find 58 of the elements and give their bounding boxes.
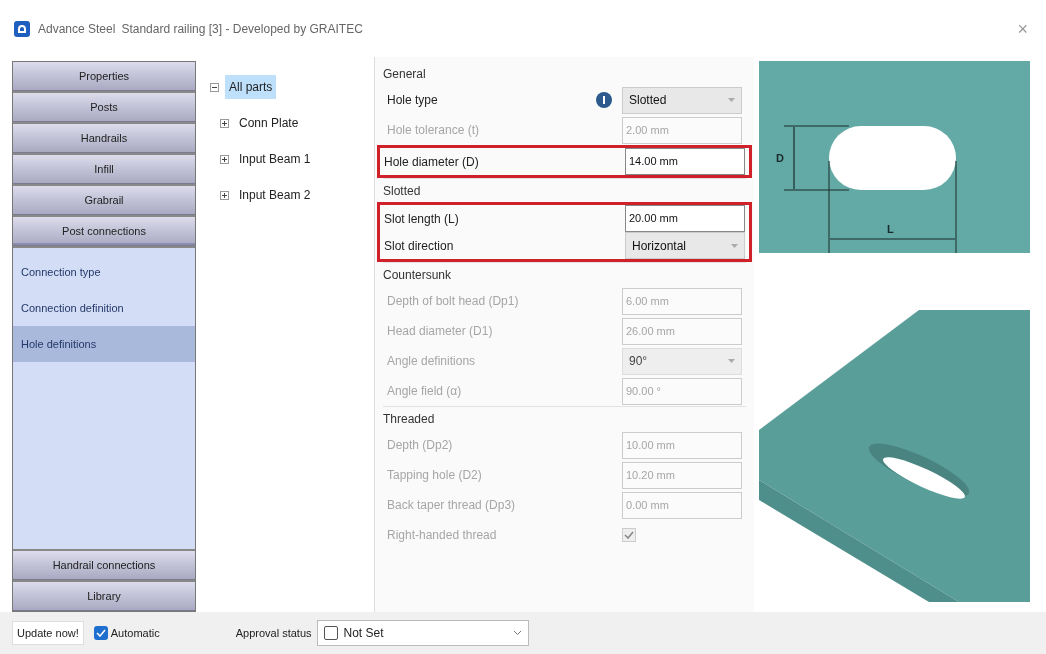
field-label: Back taper thread (Dp3) [387,497,517,514]
section-tab[interactable]: Properties [13,62,195,91]
section-tab[interactable]: Handrails [13,124,195,153]
chevron-down-icon [512,630,522,636]
section-tab[interactable]: Infill [13,155,195,184]
section-tab[interactable]: Post connections [13,217,195,246]
window-title: Advance Steel [38,20,116,38]
caret-icon [728,359,735,363]
window-title: Standard railing [3] - Developed by GRAITEC [121,20,363,38]
approval-status-dropdown[interactable]: Not Set [316,620,529,646]
section-tab[interactable]: Library [13,582,195,611]
field-label: Tapping hole (D2) [387,467,483,484]
length-label: L [887,223,894,235]
checkbox[interactable] [93,626,108,640]
expand-icon[interactable] [220,118,229,128]
tree-item[interactable]: Input Beam 2 [235,183,315,207]
diameter-label: D [776,152,784,164]
field-label: Angle definitions [387,353,477,370]
field-label: Right-handed thread [387,527,498,544]
checkmark-icon [95,629,106,637]
checkmark-icon [624,531,634,539]
field-label: Slot length (L) [384,210,460,228]
dropdown[interactable]: Slotted [622,86,742,114]
field-label: Hole type [387,92,439,109]
tree-item[interactable]: All parts [225,75,277,99]
field-label: Hole diameter (D) [384,153,480,171]
field-label: Angle field (α) [387,383,463,400]
section-title: Countersunk [383,267,452,284]
nav-item[interactable]: Connection type [13,254,195,290]
nav-item[interactable]: Connection definition [13,290,195,326]
input-field[interactable]: 20.00 mm [625,205,745,232]
expand-icon[interactable] [220,190,229,200]
update-button[interactable]: Update now! [12,621,84,645]
tree-item[interactable]: Conn Plate [235,111,303,135]
section-title: Threaded [383,411,435,428]
dropdown[interactable]: Horizontal [625,232,745,259]
field-label: Head diameter (D1) [387,323,494,340]
nav-item[interactable]: Hole definitions [13,326,195,362]
section-tab[interactable]: Handrail connections [13,551,195,580]
caret-icon [731,243,738,248]
collapse-icon[interactable] [210,82,219,92]
section-title: Slotted [383,183,421,200]
input-field[interactable]: 14.00 mm [625,148,745,175]
checkbox-label: Automatic [110,625,160,641]
section-title: General [383,66,426,83]
approval-status-label: Approval status [235,625,312,641]
caret-icon [728,98,735,102]
section-tab[interactable]: Grabrail [13,186,195,215]
field-label: Slot direction [384,237,455,255]
field-label: Hole tolerance (t) [387,122,481,139]
tree-item[interactable]: Input Beam 1 [235,147,315,171]
info-icon[interactable] [596,92,612,108]
field-label: Depth of bolt head (Dp1) [387,293,520,310]
field-label: Depth (Dp2) [387,437,454,454]
app-logo-icon [14,20,30,37]
checkbox[interactable] [323,626,338,640]
expand-icon[interactable] [220,154,229,164]
section-tab[interactable]: Posts [13,93,195,122]
